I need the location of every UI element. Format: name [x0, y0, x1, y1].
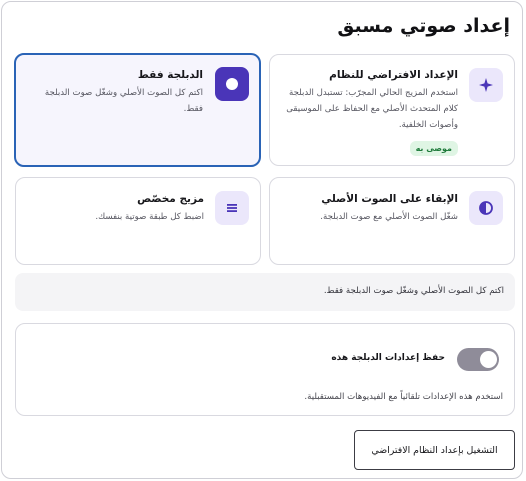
preset-info-text: اكتم كل الصوت الأصلي وشغّل صوت الدبلجة ف…	[323, 286, 504, 296]
save-settings-help: استخدم هذه الإعدادات تلقائياً مع الفيديو…	[304, 392, 503, 402]
preset-card-dubbing-only[interactable]: الدبلجة فقط اكتم كل الصوت الأصلي وشغّل ص…	[14, 53, 261, 167]
preset-description: استخدم المزيج الحالي المجرّب: تستبدل الد…	[286, 88, 458, 130]
preset-info-bar: اكتم كل الصوت الأصلي وشغّل صوت الدبلجة ف…	[15, 273, 515, 311]
preset-description: شغّل الصوت الأصلي مع صوت الدبلجة.	[320, 212, 458, 222]
record-icon	[215, 67, 249, 101]
audio-preset-dialog: إعداد صوتي مسبق الإعداد الافتراضي للنظام…	[1, 1, 523, 479]
menu-lines-icon	[215, 191, 249, 225]
dialog-title: إعداد صوتي مسبق	[337, 15, 510, 37]
preset-card-custom-mix[interactable]: مزيج مخصّص اضبط كل طبقة صوتية بنفسك.	[15, 177, 261, 265]
preset-title: مزيج مخصّص	[137, 193, 204, 205]
save-settings-toggle[interactable]	[457, 348, 499, 371]
preset-description: اضبط كل طبقة صوتية بنفسك.	[95, 212, 204, 222]
preset-card-keep-original[interactable]: الإبقاء على الصوت الأصلي شغّل الصوت الأص…	[269, 177, 515, 265]
use-system-default-button[interactable]: التشغيل بإعداد النظام الافتراضي	[354, 430, 515, 470]
preset-card-system-default[interactable]: الإعداد الافتراضي للنظام استخدم المزيج ا…	[269, 54, 515, 166]
preset-description: اكتم كل الصوت الأصلي وشغّل صوت الدبلجة ف…	[44, 88, 203, 114]
save-settings-card: حفظ إعدادات الدبلجة هذه استخدم هذه الإعد…	[15, 323, 515, 416]
preset-title: الدبلجة فقط	[137, 69, 203, 81]
half-circle-icon	[469, 191, 503, 225]
toggle-knob	[480, 351, 497, 368]
preset-title: الإعداد الافتراضي للنظام	[329, 69, 458, 81]
save-settings-label: حفظ إعدادات الدبلجة هذه	[331, 353, 445, 363]
sparkle-icon	[469, 68, 503, 102]
preset-title: الإبقاء على الصوت الأصلي	[321, 193, 458, 205]
recommended-badge: موصى به	[409, 141, 458, 156]
